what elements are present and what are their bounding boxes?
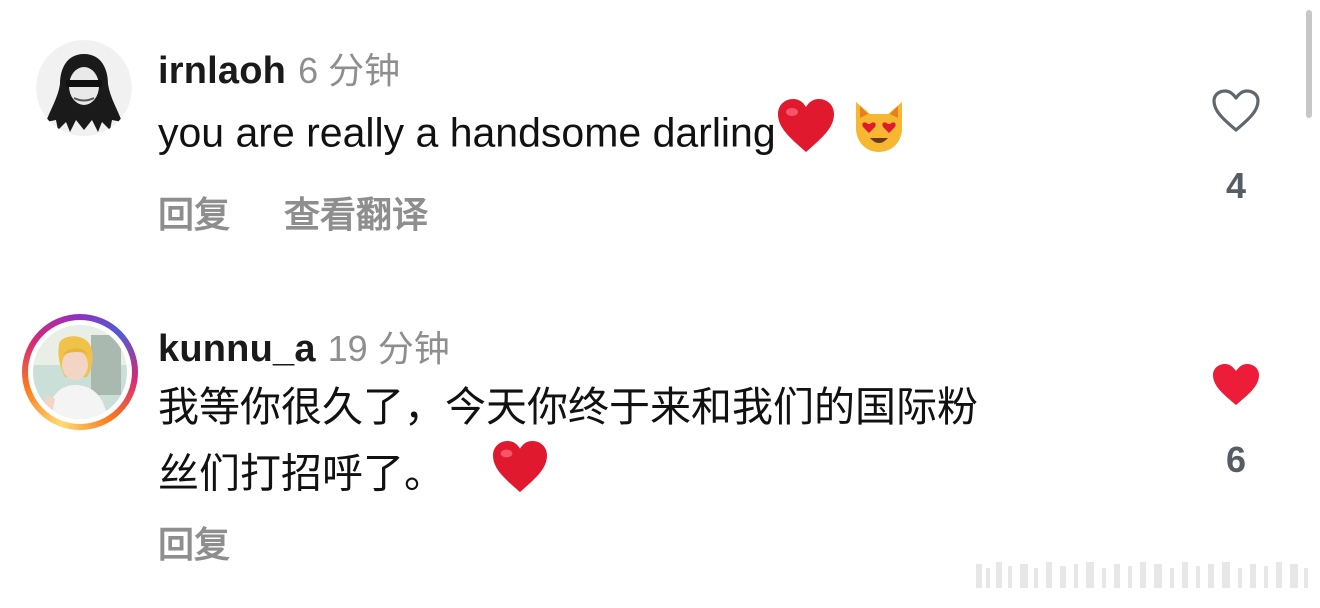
comment-item: kunnu_a 19 分钟 我等你很久了，今天你终于来和我们的国际粉 丝们打招呼… (0, 300, 1320, 570)
story-ring[interactable] (22, 314, 138, 430)
reply-button[interactable]: 回复 (158, 186, 230, 238)
like-count: 4 (1225, 165, 1247, 206)
heart-outline-icon[interactable] (1196, 88, 1276, 139)
comment-text-line-1: 我等你很久了，今天你终于来和我们的国际粉 (158, 384, 978, 430)
username[interactable]: kunnu_a (158, 328, 316, 371)
comment-actions: 回复 (158, 516, 230, 568)
comment-header: irnlaoh 6 分钟 (158, 42, 400, 94)
reply-button[interactable]: 回复 (158, 516, 230, 568)
like-column: 6 (1196, 362, 1276, 481)
red-heart-icon (776, 98, 836, 173)
comment-item: irnlaoh 6 分钟 you are really a handsome d… (0, 0, 1320, 270)
timestamp: 6 分钟 (298, 50, 401, 91)
comment-text-line-2-wrap: 丝们打招呼了。 (158, 440, 978, 513)
avatar[interactable] (36, 40, 132, 136)
like-column: 4 (1196, 88, 1276, 207)
comment-text: 我等你很久了，今天你终于来和我们的国际粉 丝们打招呼了。 (158, 374, 978, 513)
heart-eyes-cat-icon (850, 98, 908, 173)
red-heart-icon (491, 440, 549, 513)
translate-button[interactable]: 查看翻译 (284, 186, 428, 238)
comment-text: you are really a handsome darling (158, 98, 908, 173)
username[interactable]: irnlaoh (158, 50, 286, 93)
avatar[interactable] (33, 325, 127, 419)
timestamp: 19 分钟 (327, 328, 450, 369)
comment-header: kunnu_a 19 分钟 (158, 320, 450, 372)
like-count: 6 (1225, 439, 1247, 480)
comment-text-content: you are really a handsome darling (158, 109, 776, 156)
heart-filled-icon[interactable] (1196, 362, 1276, 413)
watermark-pattern (976, 562, 1308, 588)
scrollbar[interactable] (1306, 10, 1312, 118)
comment-actions: 回复 查看翻译 (158, 186, 428, 238)
comment-text-line-2: 丝们打招呼了。 (158, 450, 445, 497)
